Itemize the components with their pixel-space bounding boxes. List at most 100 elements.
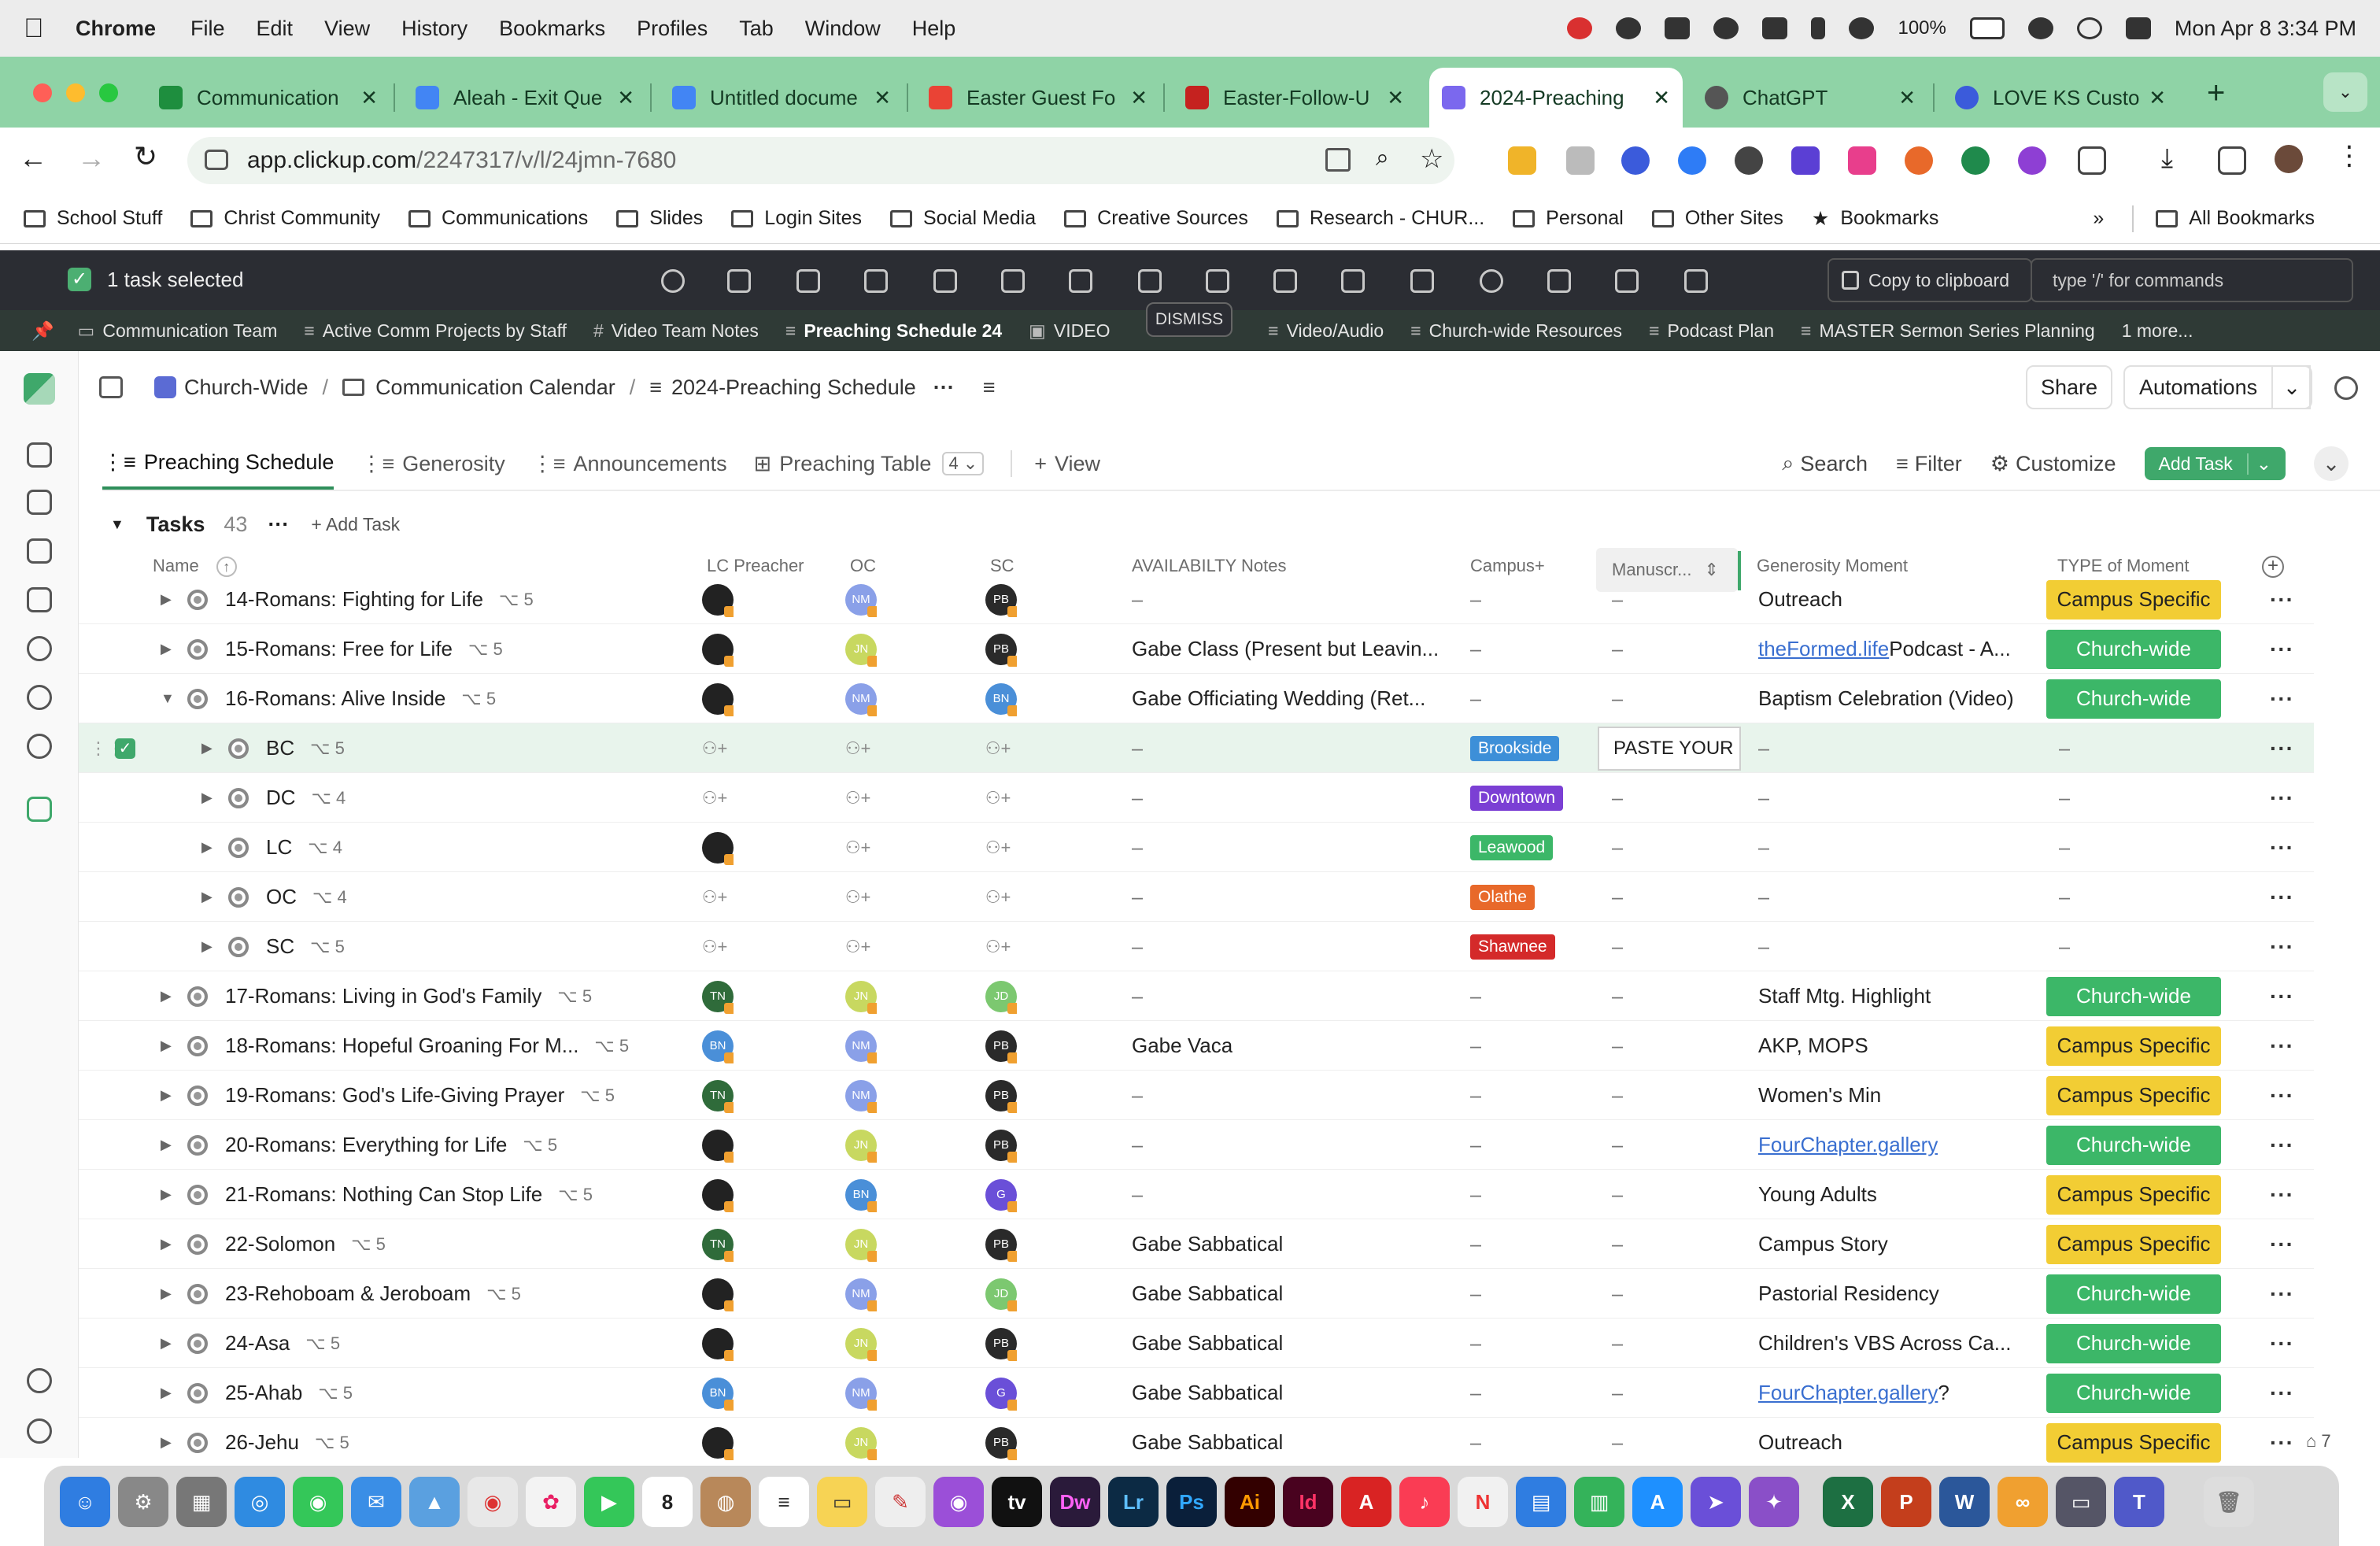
subtask-row[interactable]: ▶ OC ⌥ 4 ⚇+ ⚇+ ⚇+ – Olathe – – – ··· bbox=[79, 872, 2314, 922]
menu-edit[interactable]: Edit bbox=[257, 17, 294, 41]
avatar[interactable]: JN bbox=[845, 1129, 877, 1163]
news-icon[interactable]: N bbox=[1458, 1477, 1508, 1527]
availability-notes[interactable]: Gabe Sabbatical bbox=[1132, 1368, 1283, 1418]
extension-icon[interactable] bbox=[1735, 146, 1763, 175]
tag-action-icon[interactable] bbox=[864, 269, 888, 293]
availability-notes[interactable]: – bbox=[1132, 971, 1143, 1021]
task-name[interactable]: 23-Rehoboam & Jeroboam ⌥ 5 bbox=[225, 1269, 521, 1319]
favorite-item[interactable]: ≡ Podcast Plan bbox=[1649, 320, 1774, 342]
avatar[interactable] bbox=[702, 682, 734, 716]
column-header-sc[interactable]: SC bbox=[990, 556, 1014, 576]
row-options-icon[interactable]: ··· bbox=[2270, 835, 2294, 860]
breadcrumb-folder[interactable]: Communication Calendar bbox=[375, 375, 615, 400]
control-center-icon[interactable] bbox=[2125, 17, 2151, 39]
share-button[interactable]: Share bbox=[2026, 365, 2112, 409]
moment-type-badge[interactable]: Campus Specific bbox=[2046, 1422, 2221, 1463]
screen-record-icon[interactable] bbox=[1567, 17, 1593, 39]
avatar[interactable]: JN bbox=[845, 980, 877, 1014]
extension-icon[interactable] bbox=[1621, 146, 1650, 175]
help-icon[interactable] bbox=[27, 1418, 52, 1444]
generosity-cell[interactable]: Outreach bbox=[1758, 1418, 1842, 1467]
extension-icon[interactable] bbox=[2018, 146, 2046, 175]
merge-action-icon[interactable] bbox=[1480, 269, 1503, 293]
manuscript-input[interactable]: PASTE YOUR bbox=[1598, 727, 1741, 771]
avatar[interactable]: PB bbox=[985, 1426, 1017, 1460]
manuscript-cell[interactable]: – bbox=[1612, 1368, 1623, 1418]
column-header-lc-preacher[interactable]: LC Preacher bbox=[707, 556, 804, 576]
campus-badge[interactable]: Shawnee bbox=[1470, 934, 1555, 960]
manuscript-cell[interactable]: – bbox=[1612, 823, 1623, 872]
expand-subtasks-icon[interactable]: ▶ bbox=[161, 1434, 172, 1451]
subtask-count[interactable]: ⌥ 5 bbox=[499, 590, 534, 610]
avatar[interactable] bbox=[702, 633, 734, 667]
bookmark-item[interactable]: ★ Bookmarks bbox=[1812, 207, 1938, 231]
availability-notes[interactable]: – bbox=[1132, 575, 1143, 624]
generosity-link[interactable]: FourChapter.gallery bbox=[1758, 1133, 1938, 1157]
generosity-cell[interactable]: FourChapter.gallery? bbox=[1758, 1368, 1949, 1418]
availability-notes[interactable]: Gabe Class (Present but Leavin... bbox=[1132, 624, 1439, 674]
add-assignee-icon[interactable]: ⚇+ bbox=[985, 835, 1011, 860]
task-status-icon[interactable] bbox=[228, 886, 249, 908]
availability-notes[interactable]: – bbox=[1132, 723, 1143, 773]
moment-type-cell[interactable]: – bbox=[2059, 823, 2070, 872]
task-name[interactable]: 17-Romans: Living in God's Family ⌥ 5 bbox=[225, 971, 592, 1021]
subtask-count[interactable]: ⌥ 5 bbox=[351, 1234, 386, 1255]
task-status-icon[interactable] bbox=[228, 738, 249, 759]
bookmark-folder[interactable]: Communications bbox=[408, 207, 588, 230]
favorite-item[interactable]: ≡ MASTER Sermon Series Planning bbox=[1801, 320, 2095, 342]
zoom-icon[interactable]: ⌕ bbox=[1376, 145, 1389, 172]
expand-subtasks-icon[interactable]: ▶ bbox=[201, 790, 213, 806]
new-tab-icon[interactable]: + bbox=[2207, 76, 2225, 111]
finder-icon[interactable]: ☺ bbox=[60, 1477, 110, 1527]
keynote-icon[interactable]: ▤ bbox=[1516, 1477, 1566, 1527]
manuscript-cell[interactable]: – bbox=[1612, 922, 1623, 971]
avatar[interactable]: TN bbox=[702, 1079, 734, 1113]
table-row[interactable]: ▶ 20-Romans: Everything for Life ⌥ 5 JN PB – –… bbox=[79, 1120, 2314, 1170]
task-status-icon[interactable] bbox=[187, 688, 208, 709]
campus-cell[interactable]: – bbox=[1470, 1269, 1481, 1319]
generosity-cell[interactable]: Pastorial Residency bbox=[1758, 1269, 1939, 1319]
generosity-cell[interactable]: Children's VBS Across Ca... bbox=[1758, 1319, 2011, 1368]
expand-subtasks-icon[interactable]: ▶ bbox=[161, 1236, 172, 1252]
task-name[interactable]: 20-Romans: Everything for Life ⌥ 5 bbox=[225, 1120, 557, 1170]
app-icon[interactable]: ∞ bbox=[1998, 1477, 2048, 1527]
bookmark-folder[interactable]: Other Sites bbox=[1651, 207, 1783, 230]
campus-cell[interactable]: – bbox=[1470, 971, 1481, 1021]
airdrop-icon[interactable] bbox=[1849, 17, 1875, 39]
back-icon[interactable]: ← bbox=[19, 142, 47, 175]
generosity-cell[interactable]: – bbox=[1758, 773, 1769, 823]
copy-action-icon[interactable] bbox=[1001, 269, 1025, 293]
group-add-task-button[interactable]: + Add Task bbox=[311, 514, 400, 535]
spaces-grid-icon[interactable] bbox=[27, 797, 52, 822]
add-assignee-icon[interactable]: ⚇+ bbox=[985, 786, 1011, 811]
pen-app-icon[interactable]: ✎ bbox=[875, 1477, 926, 1527]
menu-help[interactable]: Help bbox=[912, 17, 956, 41]
avatar[interactable] bbox=[702, 1129, 734, 1163]
row-options-icon[interactable]: ··· bbox=[2270, 736, 2294, 761]
inbox-icon[interactable] bbox=[27, 490, 52, 515]
manuscript-cell[interactable]: – bbox=[1612, 1319, 1623, 1368]
availability-notes[interactable]: Gabe Sabbatical bbox=[1132, 1418, 1283, 1467]
subtask-row[interactable]: ⋮⋮ ✓ ▶ BC ⌥ 5 ⚇+ ⚇+ ⚇+ – Brookside PASTE YOUR – – ··· bbox=[79, 723, 2314, 773]
menu-file[interactable]: File bbox=[190, 17, 225, 41]
generosity-link[interactable]: theFormed.life bbox=[1758, 637, 1889, 661]
task-status-icon[interactable] bbox=[187, 1233, 208, 1255]
row-options-icon[interactable]: ··· bbox=[2270, 984, 2294, 1009]
generosity-cell[interactable]: Young Adults bbox=[1758, 1170, 1877, 1219]
system-settings-icon[interactable]: ⚙ bbox=[118, 1477, 168, 1527]
moment-type-cell[interactable]: – bbox=[2059, 773, 2070, 823]
manuscript-cell[interactable]: – bbox=[1612, 1418, 1623, 1467]
task-name[interactable]: SC ⌥ 5 bbox=[266, 922, 345, 971]
task-status-icon[interactable] bbox=[187, 589, 208, 610]
row-options-icon[interactable]: ··· bbox=[2270, 1034, 2294, 1059]
manuscript-cell[interactable]: – bbox=[1612, 624, 1623, 674]
subtask-count[interactable]: ⌥ 5 bbox=[558, 1185, 593, 1205]
install-app-icon[interactable] bbox=[1325, 148, 1351, 172]
moment-type-badge[interactable]: Campus Specific bbox=[2046, 1174, 2221, 1215]
add-assignee-icon[interactable]: ⚇+ bbox=[845, 736, 870, 761]
row-options-icon[interactable]: ··· bbox=[2270, 686, 2294, 712]
add-assignee-icon[interactable]: ⚇+ bbox=[845, 786, 870, 811]
moment-type-cell[interactable]: – bbox=[2059, 872, 2070, 922]
table-row[interactable]: ▶ 15-Romans: Free for Life ⌥ 5 JN PB Gabe Cla… bbox=[79, 624, 2314, 674]
minimize-window-icon[interactable] bbox=[66, 83, 85, 102]
